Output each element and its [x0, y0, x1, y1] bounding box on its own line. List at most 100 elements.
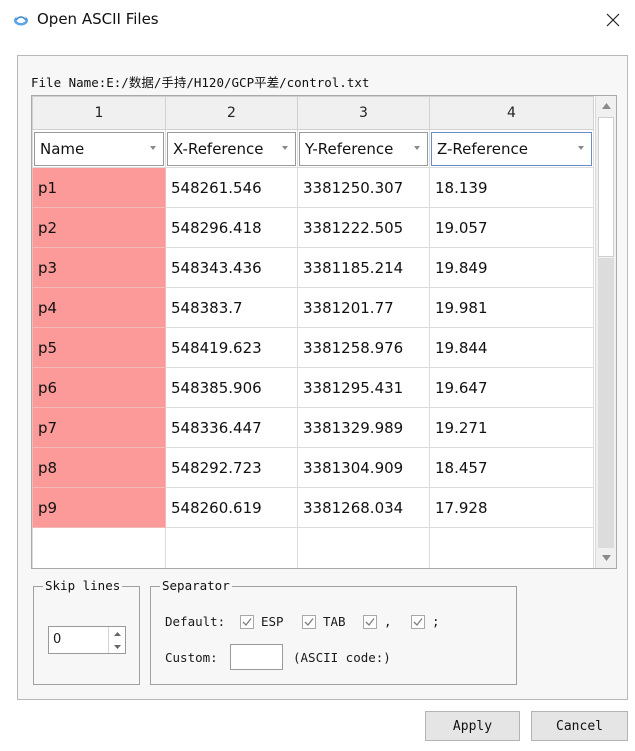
column-type-select-y[interactable]: Y-Reference [299, 131, 428, 166]
table-cell[interactable] [297, 527, 430, 568]
table-cell[interactable]: 548343.436 [165, 247, 298, 288]
table-cell[interactable]: 3381295.431 [297, 367, 430, 408]
table-cell[interactable]: 19.057 [429, 207, 594, 248]
tab-checkbox[interactable] [302, 615, 316, 629]
column-header-row: Name X-Reference Y-Reference Z-Reference [32, 129, 594, 168]
skip-lines-title: Skip lines [43, 578, 123, 593]
scroll-thumb[interactable] [598, 117, 614, 257]
table-cell[interactable]: 548419.623 [165, 327, 298, 368]
table-cell[interactable]: 19.647 [429, 367, 594, 408]
checkmark-icon [413, 618, 423, 626]
table-cell[interactable]: 19.849 [429, 247, 594, 288]
table-row[interactable]: p1 548261.546 3381250.307 18.139 [32, 167, 594, 208]
table-cell[interactable]: 3381250.307 [297, 167, 430, 208]
spin-up-button[interactable] [109, 627, 125, 640]
point-name-cell[interactable]: p6 [32, 367, 166, 408]
point-name-cell[interactable]: p5 [32, 327, 166, 368]
table-cell[interactable]: 548385.906 [165, 367, 298, 408]
table-cell[interactable]: 3381329.989 [297, 407, 430, 448]
point-name-cell[interactable]: p1 [32, 167, 166, 208]
comma-label: , [384, 614, 392, 629]
column-number[interactable]: 2 [165, 96, 298, 130]
column-type-value: Z-Reference [437, 139, 528, 158]
table-cell[interactable]: 18.139 [429, 167, 594, 208]
point-name-cell[interactable]: p8 [32, 447, 166, 488]
scroll-up-button[interactable] [596, 96, 616, 116]
point-name-cell[interactable]: p4 [32, 287, 166, 328]
table-cell[interactable] [32, 527, 166, 568]
comma-checkbox[interactable] [363, 615, 377, 629]
cancel-button[interactable]: Cancel [531, 711, 628, 741]
table-cell[interactable]: 3381201.77 [297, 287, 430, 328]
table-row[interactable]: p8 548292.723 3381304.909 18.457 [32, 447, 594, 488]
point-name-cell[interactable]: p3 [32, 247, 166, 288]
esp-checkbox[interactable] [240, 615, 254, 629]
table-cell[interactable]: 19.844 [429, 327, 594, 368]
custom-label: Custom: [165, 650, 218, 665]
spin-buttons [108, 627, 125, 653]
apply-button[interactable]: Apply [425, 711, 520, 741]
column-type-select-z[interactable]: Z-Reference [431, 131, 592, 166]
semicolon-label: ; [432, 614, 440, 629]
table-row[interactable]: p3 548343.436 3381185.214 19.849 [32, 247, 594, 288]
separator-title: Separator [160, 578, 232, 593]
window-title: Open ASCII Files [37, 10, 159, 28]
close-icon [606, 13, 620, 27]
table-cell[interactable]: 17.928 [429, 487, 594, 528]
chevron-down-icon [414, 145, 420, 150]
table-row[interactable]: p7 548336.447 3381329.989 19.271 [32, 407, 594, 448]
chevron-down-icon [578, 145, 584, 150]
table-row[interactable]: p9 548260.619 3381268.034 17.928 [32, 487, 594, 528]
table-cell[interactable] [165, 527, 298, 568]
table-row[interactable]: p2 548296.418 3381222.505 19.057 [32, 207, 594, 248]
table-row[interactable]: p4 548383.7 3381201.77 19.981 [32, 287, 594, 328]
close-button[interactable] [597, 4, 629, 36]
point-name-cell[interactable]: p2 [32, 207, 166, 248]
column-number[interactable]: 4 [429, 96, 594, 130]
skip-lines-spinbox[interactable]: 0 [48, 626, 126, 654]
table-row-empty [32, 527, 594, 568]
data-grid[interactable]: 1 2 3 4 Name X-Reference Y-Reference Z-R… [31, 95, 617, 569]
table-cell[interactable]: 548292.723 [165, 447, 298, 488]
column-number[interactable]: 3 [297, 96, 430, 130]
column-number[interactable]: 1 [32, 96, 166, 130]
table-cell[interactable]: 19.981 [429, 287, 594, 328]
default-label: Default: [165, 614, 226, 629]
table-cell[interactable]: 548260.619 [165, 487, 298, 528]
point-name-cell[interactable]: p9 [32, 487, 166, 528]
table-cell[interactable]: 548336.447 [165, 407, 298, 448]
table-cell[interactable]: 548383.7 [165, 287, 298, 328]
column-number-row: 1 2 3 4 [32, 96, 594, 130]
spin-down-button[interactable] [109, 640, 125, 653]
point-name-cell[interactable]: p7 [32, 407, 166, 448]
table-cell[interactable]: 18.457 [429, 447, 594, 488]
table-row[interactable]: p5 548419.623 3381258.976 19.844 [32, 327, 594, 368]
table-cell[interactable]: 3381268.034 [297, 487, 430, 528]
table-cell[interactable] [429, 527, 594, 568]
column-type-value: X-Reference [173, 139, 264, 158]
checkmark-icon [304, 618, 314, 626]
table-cell[interactable]: 3381185.214 [297, 247, 430, 288]
table-row[interactable]: p6 548385.906 3381295.431 19.647 [32, 367, 594, 408]
table-cell[interactable]: 548261.546 [165, 167, 298, 208]
table-cell[interactable]: 19.271 [429, 407, 594, 448]
scroll-track[interactable] [598, 258, 614, 548]
column-type-value: Y-Reference [305, 139, 394, 158]
scroll-down-button[interactable] [596, 548, 616, 568]
chevron-down-icon [150, 145, 156, 150]
table-cell[interactable]: 3381304.909 [297, 447, 430, 488]
triangle-down-icon [113, 644, 121, 649]
semicolon-checkbox[interactable] [411, 615, 425, 629]
ascii-code-label: (ASCII code:) [293, 650, 391, 665]
separator-group: Separator [150, 578, 517, 685]
triangle-down-icon [601, 555, 611, 561]
table-cell[interactable]: 3381258.976 [297, 327, 430, 368]
checkmark-icon [242, 618, 252, 626]
app-logo-icon [13, 11, 29, 27]
column-type-select-name[interactable]: Name [34, 131, 164, 166]
table-cell[interactable]: 548296.418 [165, 207, 298, 248]
column-type-select-x[interactable]: X-Reference [167, 131, 296, 166]
table-cell[interactable]: 3381222.505 [297, 207, 430, 248]
vertical-scrollbar[interactable] [595, 96, 616, 568]
custom-separator-input[interactable] [230, 644, 283, 670]
